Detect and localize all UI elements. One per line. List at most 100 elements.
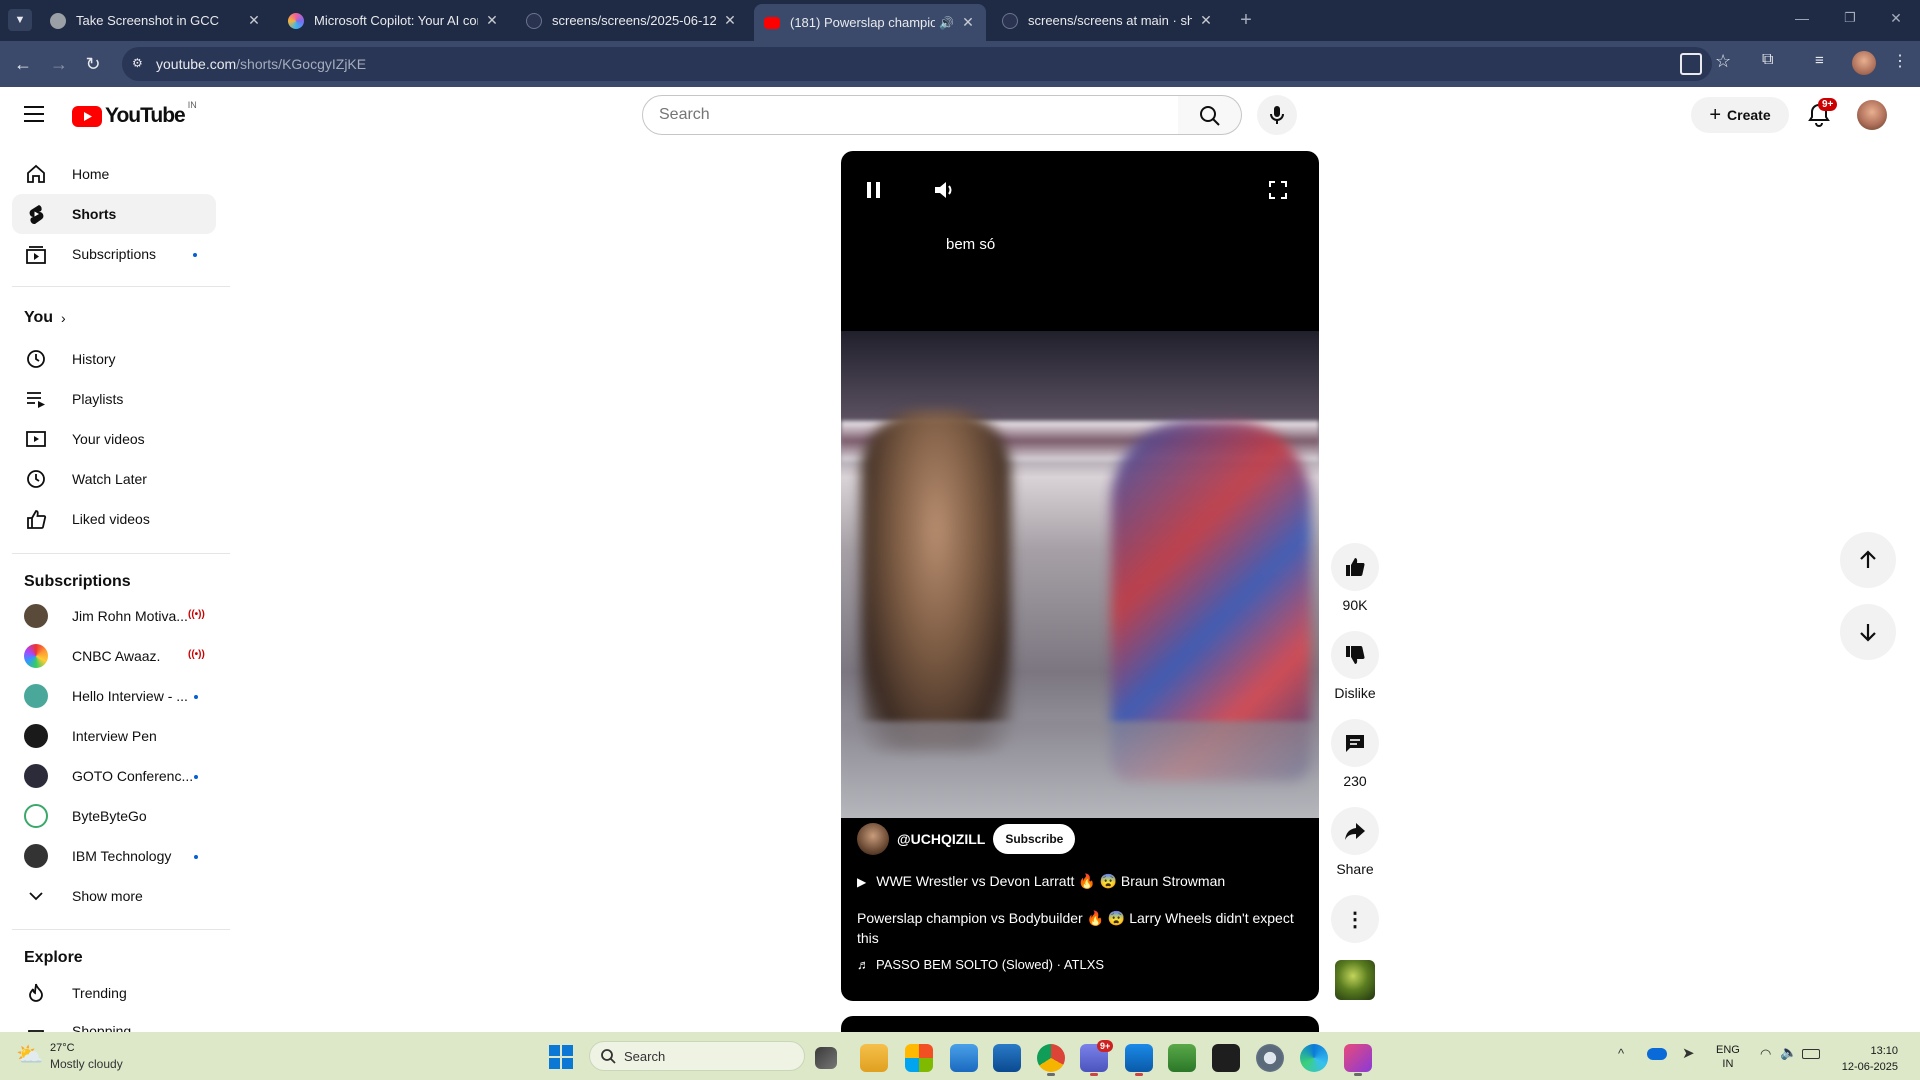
browser-tab[interactable]: Microsoft Copilot: Your AI comp ✕ <box>278 6 510 35</box>
language-indicator[interactable]: ENG IN <box>1716 1043 1740 1071</box>
subscribe-button[interactable]: Subscribe <box>993 824 1076 854</box>
volume-button[interactable] <box>933 179 957 206</box>
subscription-item[interactable]: Hello Interview - ... <box>12 676 216 716</box>
close-tab-icon[interactable]: ✕ <box>246 12 262 29</box>
sidebar-item-subscriptions[interactable]: Subscriptions <box>12 234 216 274</box>
sound-thumbnail[interactable] <box>1335 960 1375 1000</box>
browser-tab-bar: ▼ Take Screenshot in GCC ✕ Microsoft Cop… <box>0 0 1920 41</box>
notifications-button[interactable]: 9+ <box>1806 98 1838 128</box>
browser-menu-icon[interactable]: ⋮ <box>1892 51 1908 71</box>
sidebar-item-liked-videos[interactable]: Liked videos <box>12 499 216 539</box>
browser-tab-active[interactable]: (181) Powerslap champion v 🔊 ✕ <box>754 4 986 41</box>
install-app-icon[interactable] <box>1680 53 1702 75</box>
channel-avatar[interactable] <box>857 823 889 855</box>
running-indicator <box>1047 1073 1055 1076</box>
settings-icon[interactable] <box>1256 1044 1284 1072</box>
browser-tab[interactable]: screens/screens at main · shubh ✕ <box>992 6 1224 35</box>
tab-audio-icon[interactable]: 🔊 <box>939 16 954 30</box>
music-link[interactable]: ♬ PASSO BEM SOLTO (Slowed) · ATLXS <box>857 957 1104 972</box>
browser-tab[interactable]: screens/screens/2025-06-12_0 ✕ <box>516 6 748 35</box>
system-clock[interactable]: 13:10 12-06-2025 <box>1838 1043 1898 1075</box>
like-button[interactable] <box>1331 543 1379 591</box>
search-input[interactable] <box>643 96 1123 134</box>
live-indicator-icon: ((•)) <box>188 649 205 660</box>
forward-button[interactable]: → <box>48 53 70 75</box>
subscription-item[interactable]: ByteByteGo <box>12 796 216 836</box>
sidebar-item-shopping[interactable]: Shopping <box>12 1013 216 1032</box>
address-bar[interactable]: ⚙ youtube.com/shorts/KGocgyIZjKE <box>122 47 1712 81</box>
short-description[interactable]: Powerslap champion vs Bodybuilder 🔥 😨 La… <box>857 908 1303 948</box>
next-short-button[interactable] <box>1840 604 1896 660</box>
subscription-item[interactable]: Jim Rohn Motiva... <box>12 596 216 636</box>
tab-list-dropdown[interactable]: ▼ <box>8 9 32 31</box>
search-button[interactable] <box>1178 95 1242 135</box>
new-tab-button[interactable]: + <box>1234 8 1258 32</box>
wifi-icon[interactable]: ◠ <box>1760 1046 1771 1062</box>
previous-short-button[interactable] <box>1840 532 1896 588</box>
onedrive-icon[interactable] <box>1647 1048 1667 1060</box>
battery-icon[interactable] <box>1802 1049 1820 1059</box>
sidebar-item-playlists[interactable]: Playlists <box>12 379 216 419</box>
voice-search-button[interactable] <box>1257 95 1297 135</box>
task-manager-icon[interactable] <box>1168 1044 1196 1072</box>
edge-icon[interactable] <box>1300 1044 1328 1072</box>
pause-button[interactable] <box>863 179 885 206</box>
fullscreen-button[interactable] <box>1267 179 1289 206</box>
sidebar-item-shorts[interactable]: Shorts <box>12 194 216 234</box>
media-controls-icon[interactable]: ≡ <box>1815 52 1824 69</box>
taskbar-search[interactable]: Search <box>589 1041 805 1071</box>
show-hidden-icons-chevron-icon[interactable]: ^ <box>1618 1046 1624 1061</box>
chrome-icon[interactable] <box>1037 1044 1065 1072</box>
sidebar-item-history[interactable]: History <box>12 339 216 379</box>
speaker-icon[interactable]: 🔈 <box>1780 1044 1797 1061</box>
extensions-icon[interactable]: ⧉ <box>1762 51 1773 69</box>
you-section-header[interactable]: You › <box>24 309 66 327</box>
bookmark-star-icon[interactable]: ☆ <box>1715 51 1731 72</box>
microsoft-store-icon[interactable] <box>905 1044 933 1072</box>
browser-tab[interactable]: Take Screenshot in GCC ✕ <box>40 6 272 35</box>
suggested-video-link[interactable]: ▶ WWE Wrestler vs Devon Larratt 🔥 😨 Brau… <box>857 873 1225 890</box>
minimize-window-button[interactable]: — <box>1790 10 1814 30</box>
search-box <box>642 95 1179 135</box>
subscription-item[interactable]: CNBC Awaaz. <box>12 636 216 676</box>
start-button[interactable] <box>548 1044 574 1070</box>
sidebar-item-trending[interactable]: Trending <box>12 973 216 1013</box>
guide-menu-button[interactable] <box>24 104 46 124</box>
location-icon[interactable]: ➤ <box>1682 1044 1695 1062</box>
sidebar-item-watch-later[interactable]: Watch Later <box>12 459 216 499</box>
app-window-icon[interactable] <box>950 1044 978 1072</box>
restore-window-button[interactable]: ❐ <box>1838 10 1862 30</box>
youtube-logo[interactable]: YouTube IN <box>72 100 197 128</box>
subscription-item[interactable]: Interview Pen <box>12 716 216 756</box>
subscription-item[interactable]: GOTO Conferenc... <box>12 756 216 796</box>
subscription-item[interactable]: IBM Technology <box>12 836 216 876</box>
close-tab-icon[interactable]: ✕ <box>722 12 738 29</box>
dislike-button[interactable] <box>1331 631 1379 679</box>
remote-desktop-icon[interactable] <box>993 1044 1021 1072</box>
close-tab-icon[interactable]: ✕ <box>960 14 976 31</box>
channel-name[interactable]: @UCHQIZILL <box>897 831 985 847</box>
create-button[interactable]: + Create <box>1691 97 1789 133</box>
sidebar-item-your-videos[interactable]: Your videos <box>12 419 216 459</box>
show-more-button[interactable]: Show more <box>12 876 216 916</box>
share-button[interactable] <box>1331 807 1379 855</box>
terminal-icon[interactable] <box>1212 1044 1240 1072</box>
close-window-button[interactable]: ✕ <box>1884 10 1908 30</box>
task-view-icon[interactable] <box>815 1047 837 1069</box>
close-tab-icon[interactable]: ✕ <box>484 12 500 29</box>
close-tab-icon[interactable]: ✕ <box>1198 12 1214 29</box>
snipping-tool-icon[interactable] <box>1344 1044 1372 1072</box>
profile-avatar[interactable] <box>1852 51 1876 75</box>
more-actions-button[interactable]: ⋮ <box>1331 895 1379 943</box>
site-info-icon[interactable]: ⚙ <box>132 56 143 70</box>
file-explorer-icon[interactable] <box>860 1044 888 1072</box>
sidebar-item-home[interactable]: Home <box>12 154 216 194</box>
comments-button[interactable] <box>1331 719 1379 767</box>
video-frame[interactable] <box>841 331 1319 818</box>
share-icon <box>1345 823 1365 840</box>
shorts-player[interactable]: bem só @UCHQIZILL Subscribe ▶ WWE Wrestl… <box>841 151 1319 1001</box>
account-avatar[interactable] <box>1857 100 1887 130</box>
back-button[interactable]: ← <box>12 53 34 75</box>
outlook-icon[interactable] <box>1125 1044 1153 1072</box>
reload-button[interactable]: ↻ <box>82 53 104 75</box>
